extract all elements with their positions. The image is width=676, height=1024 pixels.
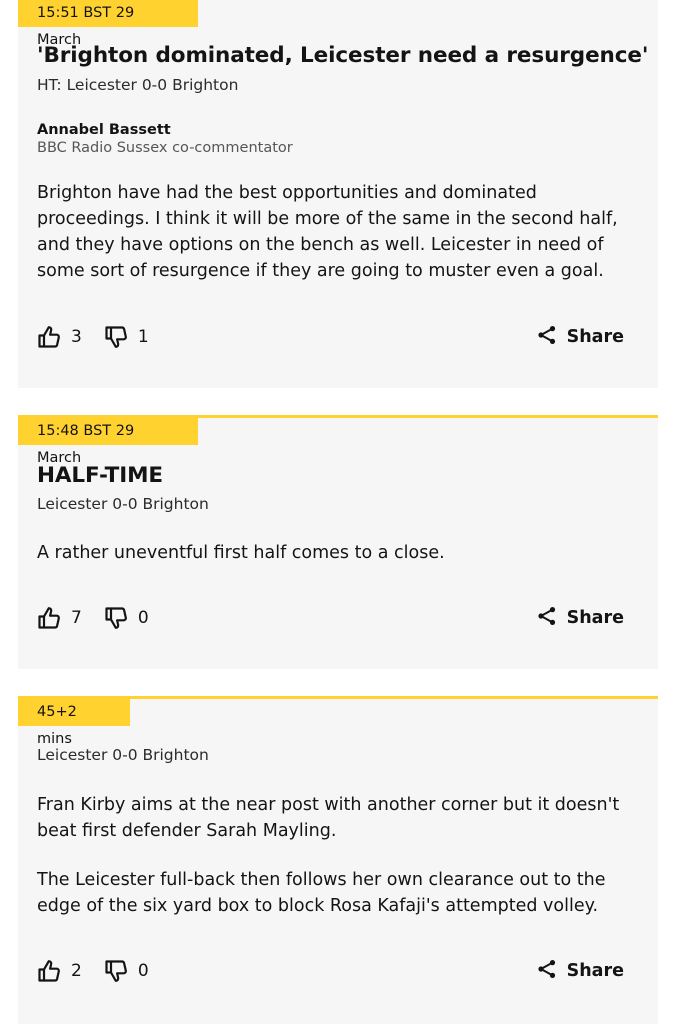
post-timestamp: 15:51 BST 29 March (18, 0, 198, 48)
post-timestamp: 15:48 BST 29 March (18, 418, 198, 466)
post-body-paragraph: The Leicester full-back then follows her… (37, 870, 606, 916)
share-label: Share (566, 327, 624, 347)
thumbs-down-icon (104, 606, 128, 630)
reactions: 3 1 (37, 323, 149, 351)
dislike-button[interactable]: 1 (104, 325, 149, 349)
share-button[interactable]: Share (537, 323, 624, 351)
share-label: Share (566, 961, 624, 981)
post-score: HT: Leicester 0-0 Brighton (37, 76, 239, 94)
reactions: 2 0 (37, 957, 149, 985)
post-title: HALF-TIME (37, 463, 163, 488)
share-button[interactable]: Share (537, 957, 624, 985)
live-post: 15:48 BST 29 March HALF-TIME Leicester 0… (18, 415, 658, 669)
thumbs-up-icon (37, 325, 61, 349)
share-label: Share (566, 608, 624, 628)
share-icon (537, 606, 557, 630)
live-feed: 15:51 BST 29 March 'Brighton dominated, … (0, 0, 676, 1024)
post-body: A rather uneventful first half comes to … (37, 543, 445, 563)
post-body-paragraph: Fran Kirby aims at the near post with an… (37, 795, 620, 841)
author-role: BBC Radio Sussex co-commentator (37, 140, 293, 156)
post-score: Leicester 0-0 Brighton (37, 746, 209, 764)
post-timestamp: 45+2 mins (18, 699, 130, 747)
thumbs-up-icon (37, 606, 61, 630)
like-count: 3 (71, 327, 82, 347)
reactions: 7 0 (37, 604, 149, 632)
share-icon (537, 325, 557, 349)
post-title: 'Brighton dominated, Leicester need a re… (37, 43, 649, 68)
like-count: 7 (71, 608, 82, 628)
like-button[interactable]: 7 (37, 606, 82, 630)
post-body: Brighton have had the best opportunities… (37, 183, 618, 281)
dislike-button[interactable]: 0 (104, 606, 149, 630)
like-button[interactable]: 3 (37, 325, 82, 349)
like-button[interactable]: 2 (37, 959, 82, 983)
dislike-button[interactable]: 0 (104, 959, 149, 983)
dislike-count: 0 (137, 961, 149, 981)
live-post: 45+2 mins Leicester 0-0 Brighton Fran Ki… (18, 696, 658, 1024)
dislike-count: 1 (137, 327, 149, 347)
live-post: 15:51 BST 29 March 'Brighton dominated, … (18, 0, 658, 388)
dislike-count: 0 (137, 608, 149, 628)
share-button[interactable]: Share (537, 604, 624, 632)
author-name: Annabel Bassett (37, 122, 171, 138)
like-count: 2 (71, 961, 82, 981)
thumbs-down-icon (104, 959, 128, 983)
post-score: Leicester 0-0 Brighton (37, 495, 209, 513)
thumbs-up-icon (37, 959, 61, 983)
share-icon (537, 959, 557, 983)
thumbs-down-icon (104, 325, 128, 349)
